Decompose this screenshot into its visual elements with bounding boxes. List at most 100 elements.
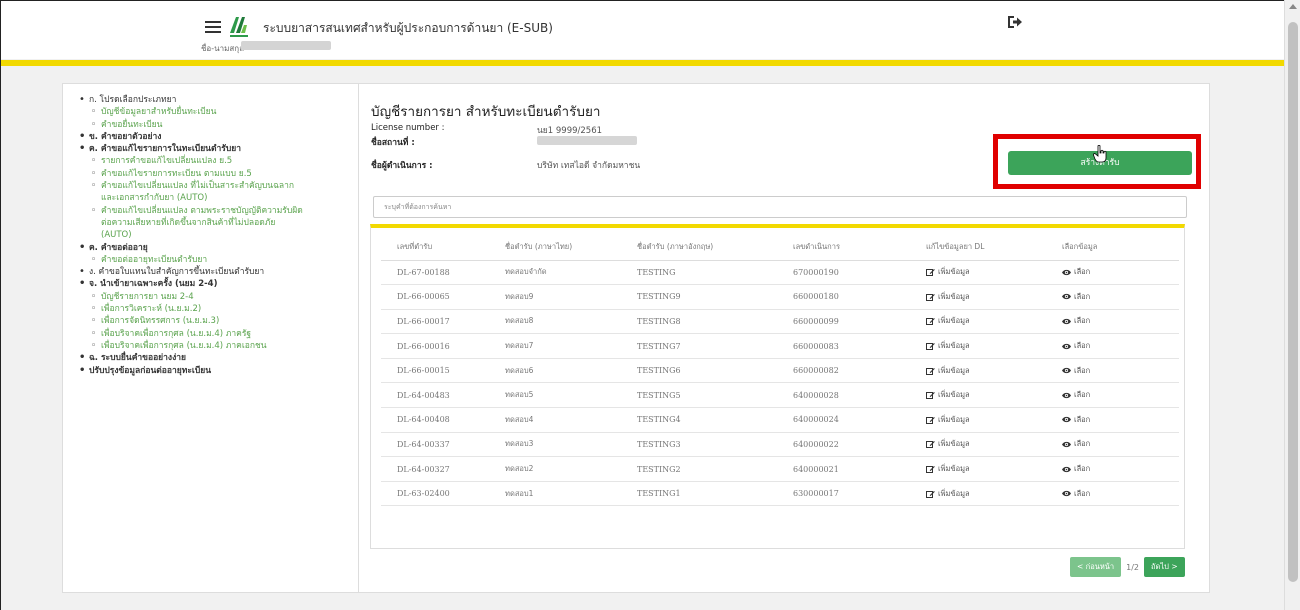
- select-label: เลือก: [1074, 291, 1091, 301]
- select-label: เลือก: [1074, 316, 1091, 326]
- app-title: ระบบยาสารสนเทศสำหรับผู้ประกอบการด้านยา (…: [263, 21, 553, 35]
- formula-table: เลขที่ตำรับ ชื่อตำรับ (ภาษาไทย) ชื่อตำรั…: [381, 234, 1179, 507]
- select-cell: เลือก: [1062, 333, 1179, 359]
- eye-icon: [1062, 491, 1071, 497]
- sidebar-link[interactable]: และเอกสารกำกับยา (AUTO): [79, 192, 350, 204]
- select-link[interactable]: เลือก: [1062, 266, 1090, 278]
- col-header-select[interactable]: เลือกข้อมูล: [1062, 234, 1179, 261]
- edit-cell: เพิ่มข้อมูล: [926, 309, 1062, 335]
- edit-cell: เพิ่มข้อมูล: [926, 260, 1062, 286]
- place-name-label: ชื่อสถานที่ :: [371, 138, 415, 148]
- sidebar-link[interactable]: เพื่อการจัดนิทรรศการ (น.ย.ม.3): [79, 315, 350, 328]
- edit-data-link[interactable]: เพิ่มข้อมูล: [926, 438, 970, 450]
- license-number-label: License number :: [371, 123, 445, 133]
- edit-icon: [926, 441, 935, 449]
- table-row: DL-63-02400 ทดสอบ1 TESTING1 630000017 เพิ่มข…: [381, 481, 1179, 507]
- edit-data-link[interactable]: เพิ่มข้อมูล: [926, 291, 970, 303]
- select-label: เลือก: [1074, 390, 1091, 400]
- col-header-edit-dl[interactable]: แก้ไขข้อมูลยา DL: [926, 234, 1062, 261]
- select-link[interactable]: เลือก: [1062, 315, 1090, 327]
- edit-data-link[interactable]: เพิ่มข้อมูล: [926, 488, 970, 500]
- sidebar-link[interactable]: คำขอแก้ไขเปลี่ยนแปลง ตามพระราชบัญญัติควา…: [79, 205, 350, 218]
- sidebar-link[interactable]: เพื่อบริจาคเพื่อการกุศล (น.ย.ม.4) ภาคเอก…: [79, 340, 350, 353]
- select-cell: เลือก: [1062, 284, 1179, 310]
- edit-data-link[interactable]: เพิ่มข้อมูล: [926, 414, 970, 426]
- vertical-scrollbar[interactable]: [1284, 0, 1300, 610]
- edit-data-label: เพิ่มข้อมูล: [938, 291, 970, 301]
- select-link[interactable]: เลือก: [1062, 414, 1090, 426]
- sidebar-list: ก. โปรดเลือกประเภทยาบัญชีข้อมูลยาสำหรับย…: [79, 94, 350, 377]
- table-row: DL-66-00017 ทดสอบ8 TESTING8 660000099 เพิ่มข…: [381, 309, 1179, 335]
- name-english-cell: TESTING6: [637, 358, 793, 384]
- name-thai-cell: ทดสอบ8: [505, 309, 637, 335]
- eye-icon: [1062, 318, 1071, 325]
- col-header-formula-no[interactable]: เลขที่ตำรับ: [381, 234, 505, 261]
- sidebar-link[interactable]: รายการคำขอแก้ไขเปลี่ยนแปลง ย.5: [79, 155, 350, 168]
- name-english-cell: TESTING2: [637, 456, 793, 482]
- col-header-name-thai[interactable]: ชื่อตำรับ (ภาษาไทย): [505, 234, 637, 261]
- edit-data-label: เพิ่มข้อมูล: [938, 414, 970, 424]
- sidebar-link[interactable]: คำขอแก้ไขรายการทะเบียน ตามแบบ ย.5: [79, 168, 350, 181]
- process-no-cell: 660000082: [793, 358, 926, 384]
- select-link[interactable]: เลือก: [1062, 340, 1090, 352]
- edit-data-link[interactable]: เพิ่มข้อมูล: [926, 463, 970, 475]
- select-link[interactable]: เลือก: [1062, 438, 1090, 450]
- name-thai-cell: ทดสอบ9: [505, 284, 637, 310]
- process-no-cell: 640000022: [793, 432, 926, 458]
- scrollbar-thumb[interactable]: [1288, 22, 1298, 582]
- edit-data-link[interactable]: เพิ่มข้อมูล: [926, 365, 970, 377]
- sidebar-link[interactable]: บัญชีข้อมูลยาสำหรับยื่นทะเบียน: [79, 106, 350, 119]
- search-input[interactable]: [373, 196, 1187, 218]
- formula-no-cell: DL-63-02400: [381, 481, 505, 507]
- sidebar-section: ค. คำขอต่ออายุ: [79, 242, 350, 255]
- edit-data-link[interactable]: เพิ่มข้อมูล: [926, 315, 970, 327]
- eye-icon: [1062, 392, 1071, 398]
- select-link[interactable]: เลือก: [1062, 488, 1090, 500]
- edit-cell: เพิ่มข้อมูล: [926, 284, 1062, 310]
- eye-icon: [1062, 269, 1071, 275]
- select-link[interactable]: เลือก: [1062, 463, 1090, 475]
- edit-data-link[interactable]: เพิ่มข้อมูล: [926, 389, 970, 401]
- formula-no-cell: DL-66-00016: [381, 333, 505, 359]
- name-thai-cell: ทดสอบ3: [505, 432, 637, 458]
- formula-no-cell: DL-64-00337: [381, 432, 505, 458]
- col-header-process-no[interactable]: เลขดำเนินการ: [793, 234, 926, 261]
- header-accent-bar: [1, 60, 1284, 66]
- formula-no-cell: DL-64-00408: [381, 407, 505, 433]
- sidebar-link[interactable]: คำขอต่ออายุทะเบียนตำรับยา: [79, 254, 350, 267]
- next-page-button[interactable]: ถัดไป >: [1144, 557, 1185, 577]
- table-row: DL-66-00065 ทดสอบ9 TESTING9 660000180 เพิ่มข…: [381, 284, 1179, 310]
- hamburger-icon[interactable]: [205, 21, 221, 33]
- sidebar-link[interactable]: คำขอยื่นทะเบียน: [79, 119, 350, 132]
- sign-out-icon[interactable]: [1007, 15, 1023, 29]
- top-header: ระบบยาสารสนเทศสำหรับผู้ประกอบการด้านยา (…: [1, 1, 1284, 59]
- edit-data-label: เพิ่มข้อมูล: [938, 464, 970, 474]
- sidebar-link[interactable]: คำขอแก้ไขเปลี่ยนแปลง ที่ไม่เป็นสาระสำคัญ…: [79, 180, 350, 193]
- col-header-name-english[interactable]: ชื่อตำรับ (ภาษาอังกฤษ): [637, 234, 793, 261]
- name-english-cell: TESTING5: [637, 382, 793, 409]
- formula-no-cell: DL-64-00327: [381, 456, 505, 482]
- select-link[interactable]: เลือก: [1062, 291, 1090, 303]
- sidebar-link[interactable]: เพื่อบริจาคเพื่อการกุศล (น.ย.ม.4) ภาครัฐ: [79, 328, 350, 341]
- scroll-up-arrow-icon[interactable]: [1289, 4, 1297, 9]
- select-link[interactable]: เลือก: [1062, 365, 1090, 377]
- name-english-cell: TESTING8: [637, 309, 793, 335]
- sidebar-link[interactable]: บัญชีรายการยา นยม 2-4: [79, 291, 350, 304]
- sidebar-link[interactable]: ต่อความเสียหายที่เกิดขึ้นจากสินค้าที่ไม่…: [79, 217, 350, 229]
- prev-page-button[interactable]: < ก่อนหน้า: [1070, 557, 1122, 577]
- name-english-cell: TESTING4: [637, 407, 793, 433]
- sidebar-link[interactable]: เพื่อการวิเคราะห์ (น.ย.ม.2): [79, 303, 350, 316]
- formula-no-cell: DL-66-00017: [381, 309, 505, 335]
- select-link[interactable]: เลือก: [1062, 389, 1090, 401]
- sidebar-section: จ. นำเข้ายาเฉพาะครั้ง (นยม 2-4): [79, 278, 350, 291]
- select-label: เลือก: [1074, 414, 1091, 424]
- edit-cell: เพิ่มข้อมูล: [926, 382, 1062, 409]
- edit-data-link[interactable]: เพิ่มข้อมูล: [926, 266, 970, 278]
- edit-icon: [926, 416, 935, 424]
- sidebar-link[interactable]: (AUTO): [79, 229, 350, 241]
- edit-data-link[interactable]: เพิ่มข้อมูล: [926, 340, 970, 352]
- formula-table-card: เลขที่ตำรับ ชื่อตำรับ (ภาษาไทย) ชื่อตำรั…: [370, 224, 1185, 549]
- edit-icon: [926, 367, 935, 375]
- name-english-cell: TESTING7: [637, 333, 793, 359]
- eye-icon: [1062, 368, 1071, 374]
